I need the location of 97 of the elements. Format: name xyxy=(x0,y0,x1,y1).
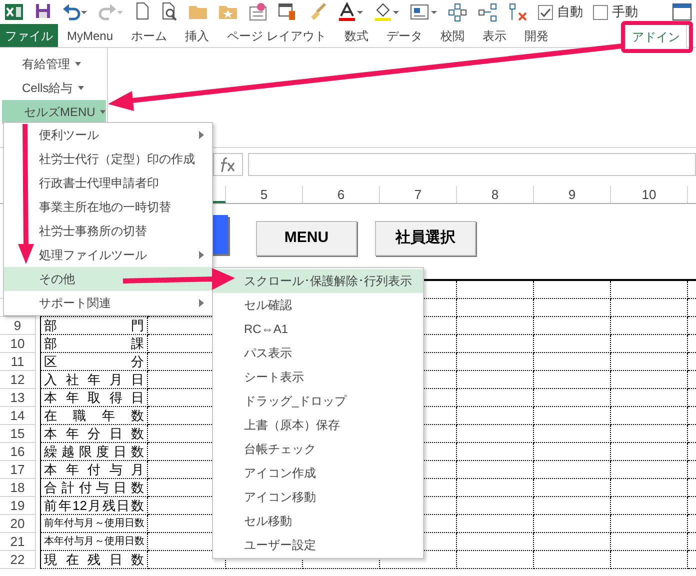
menu-item[interactable]: シート表示 xyxy=(213,365,423,389)
form-icon[interactable] xyxy=(248,2,268,22)
shapes-delete-icon[interactable] xyxy=(508,2,528,22)
shapes-icon[interactable] xyxy=(448,2,468,22)
menu-item[interactable]: 上書（原本）保存 xyxy=(213,413,423,437)
menu-item[interactable]: 行政書士代理申請者印 xyxy=(4,171,212,195)
row-header[interactable]: 21 xyxy=(0,533,36,551)
dropdown-caret-icon[interactable] xyxy=(75,62,81,66)
row-header[interactable]: 11 xyxy=(0,353,36,371)
table-cell: 在職年数 xyxy=(40,407,148,425)
column-header[interactable]: 5 xyxy=(226,186,303,203)
checkbox-label: 自動 xyxy=(557,3,583,22)
table-cell: 部課 xyxy=(40,335,148,353)
dropdown-caret-icon[interactable] xyxy=(78,86,84,90)
table-cell: 区分 xyxy=(40,353,148,371)
ribbon-tab[interactable]: ホーム xyxy=(122,24,176,47)
menu-item[interactable]: セル移動 xyxy=(213,509,423,533)
dropdown-caret-icon[interactable] xyxy=(100,110,106,114)
table-cell: 繰越限度日数 xyxy=(40,443,148,461)
submenu-arrow-icon[interactable] xyxy=(199,299,204,307)
window-pen-icon[interactable] xyxy=(278,2,298,22)
menu-item[interactable]: アイコン作成 xyxy=(213,461,423,485)
ribbon-tab[interactable]: 表示 xyxy=(473,24,516,47)
shapes-icon[interactable] xyxy=(478,2,498,22)
menu-item[interactable]: 社労士事務所の切替 xyxy=(4,219,212,243)
menu-item[interactable]: RC⇔A1 xyxy=(213,317,423,341)
ribbon-tab[interactable]: MyMenu xyxy=(58,24,122,47)
table-cell: 合計付与日数 xyxy=(40,479,148,497)
row-header[interactable]: 20 xyxy=(0,515,36,533)
menu-item[interactable]: ドラッグ_ドロップ xyxy=(213,389,423,413)
table-cell: 本年分日数 xyxy=(40,425,148,443)
table-cell: 部門 xyxy=(40,317,148,335)
menu-item[interactable]: 処理ファイルツール xyxy=(4,243,212,267)
function-icon xyxy=(219,156,237,172)
ribbon-menu-button[interactable]: セルズMENU xyxy=(2,100,106,124)
table-cell: 現在残日数 xyxy=(40,551,148,569)
ribbon-tab[interactable]: ページ レイアウト xyxy=(218,24,336,47)
row-header[interactable]: 10 xyxy=(0,335,36,353)
row-header[interactable]: 17 xyxy=(0,461,36,479)
ribbon-tab[interactable]: 開発 xyxy=(515,24,558,47)
row-header[interactable]: 19 xyxy=(0,497,36,515)
sheet-button[interactable]: MENU xyxy=(256,221,357,256)
ribbon-tab[interactable]: データ xyxy=(377,24,432,47)
submenu-arrow-icon[interactable] xyxy=(199,131,204,139)
table-cell: 本年付与月 xyxy=(40,461,148,479)
menu-item[interactable]: セル確認 xyxy=(213,293,423,317)
menu-item[interactable]: その他 xyxy=(4,267,212,291)
ribbon-tab[interactable]: 校閲 xyxy=(431,24,474,47)
ribbon-tab[interactable]: 数式 xyxy=(335,24,378,47)
checkbox-label: 手動 xyxy=(612,3,638,22)
menu-item[interactable]: アイコン移動 xyxy=(213,485,423,509)
row-header[interactable]: 18 xyxy=(0,479,36,497)
checkbox[interactable] xyxy=(593,4,608,20)
column-header[interactable]: 8 xyxy=(457,186,534,203)
menu-item[interactable]: 社労士代行（定型）印の作成 xyxy=(4,147,212,171)
print-preview-icon[interactable] xyxy=(160,2,178,22)
table-cell: 入社年月日 xyxy=(40,371,148,389)
table-cell: 前年付与月～使用日数 xyxy=(40,515,148,533)
excel-icon[interactable] xyxy=(4,2,24,22)
row-header[interactable]: 9 xyxy=(0,317,36,335)
table-cell: 前年12月残日数 xyxy=(40,497,148,515)
row-header[interactable]: 14 xyxy=(0,407,36,425)
row-header[interactable]: 12 xyxy=(0,371,36,389)
ribbon-menu-button[interactable]: Cells給与 xyxy=(0,76,107,100)
menu-item[interactable]: ユーザー設定 xyxy=(213,533,423,557)
document-icon[interactable] xyxy=(134,2,150,22)
fill-color-icon[interactable] xyxy=(374,2,400,22)
column-header[interactable]: 6 xyxy=(303,186,380,203)
column-header[interactable]: 7 xyxy=(380,186,457,203)
table-cell: 本年付与月～使用日数 xyxy=(40,533,148,551)
checkbox[interactable] xyxy=(538,4,553,20)
menu-item[interactable]: サポート関連 xyxy=(4,291,212,315)
formula-input-field[interactable] xyxy=(248,153,696,176)
ribbon-tab[interactable]: ファイル xyxy=(0,24,58,47)
ribbon-menu-button[interactable]: 有給管理 xyxy=(0,52,107,76)
row-header[interactable]: 22 xyxy=(0,551,36,569)
ribbon-tab[interactable]: アドイン xyxy=(625,24,687,48)
menu-item[interactable]: パス表示 xyxy=(213,341,423,365)
menu-item[interactable]: スクロール･保護解除･行列表示 xyxy=(213,269,423,293)
window-icon[interactable] xyxy=(672,2,692,22)
row-header[interactable]: 15 xyxy=(0,425,36,443)
ribbon-tab[interactable]: 挿入 xyxy=(176,24,218,47)
menu-item[interactable]: 便利ツール xyxy=(4,123,212,147)
sheet-button[interactable]: 社員選択 xyxy=(375,221,476,256)
table-cell: 本年取得日 xyxy=(40,389,148,407)
row-header[interactable]: 16 xyxy=(0,443,36,461)
column-header[interactable]: 9 xyxy=(534,186,611,203)
text-box-icon[interactable] xyxy=(410,2,438,22)
highlight-frame xyxy=(621,21,693,53)
row-header[interactable]: 13 xyxy=(0,389,36,407)
insert-function-button[interactable] xyxy=(213,153,243,176)
menu-item[interactable]: 台帳チェック xyxy=(213,437,423,461)
column-header[interactable]: 10 xyxy=(611,186,688,203)
font-color-icon[interactable] xyxy=(338,2,364,22)
submenu-arrow-icon[interactable] xyxy=(199,251,204,259)
menu-item[interactable]: 事業主所在地の一時切替 xyxy=(4,195,212,219)
undo-icon[interactable] xyxy=(62,2,88,22)
